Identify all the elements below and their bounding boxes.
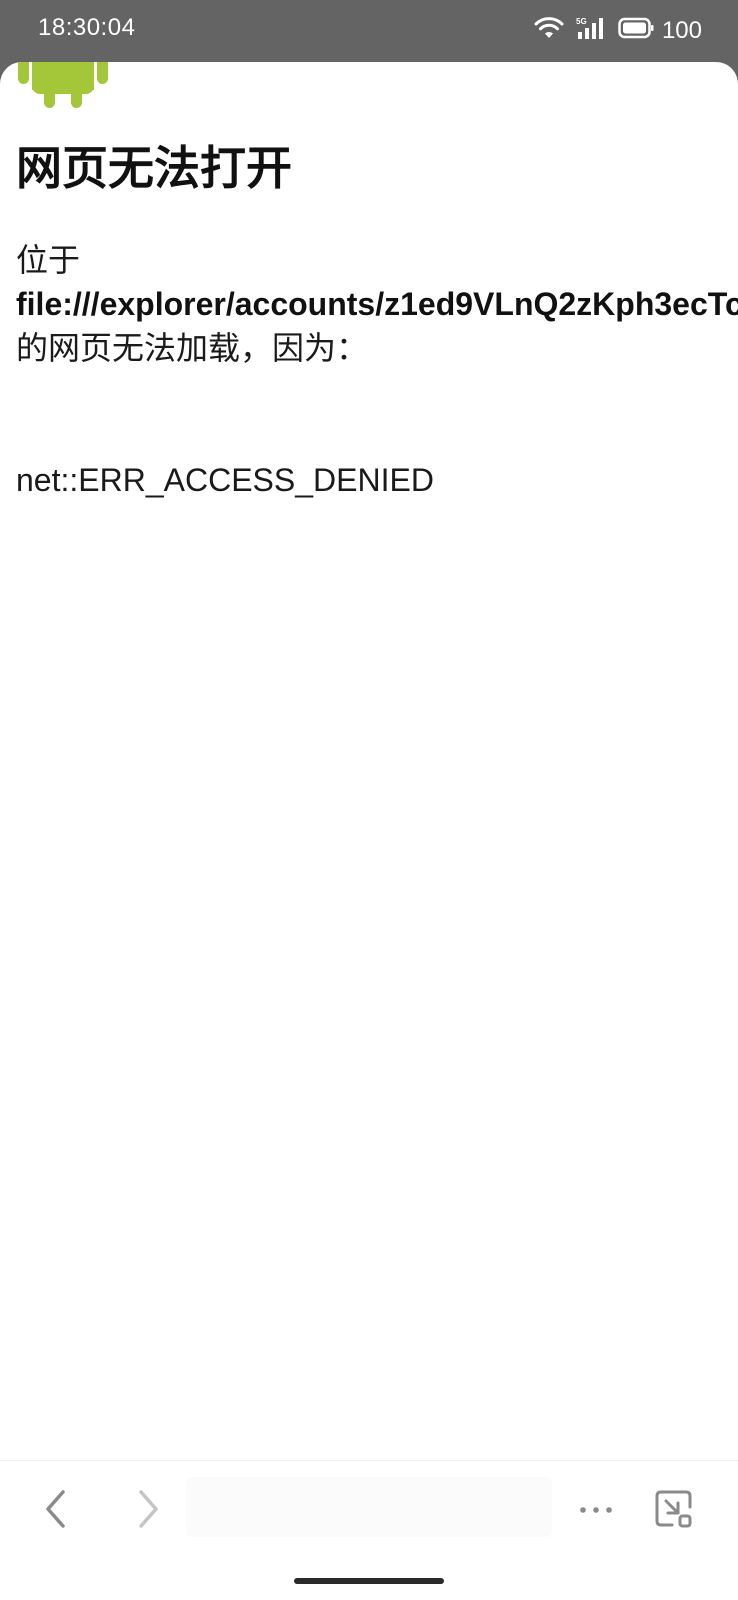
status-time: 18:30:04: [38, 14, 136, 41]
minimize-window-button[interactable]: [650, 1487, 698, 1535]
back-button[interactable]: [32, 1487, 80, 1535]
status-icons: 5G 100: [534, 16, 702, 45]
more-horizontal-icon: [578, 1502, 614, 1520]
chevron-right-icon: [134, 1489, 162, 1534]
network-type-label: 5G: [576, 17, 587, 26]
cellular-signal-icon: 5G: [576, 16, 606, 45]
located-prefix: 位于: [16, 241, 81, 279]
wifi-icon: [534, 16, 564, 45]
chevron-left-icon: [42, 1489, 70, 1534]
minimize-window-icon: [654, 1489, 694, 1534]
page-title: 网页无法打开: [16, 141, 292, 195]
cannot-load-text: 的网页无法加载，因为：: [16, 329, 369, 367]
status-bar: 18:30:04 5G 100: [0, 0, 738, 62]
error-code: net::ERR_ACCESS_DENIED: [16, 462, 434, 498]
error-page: 网页无法打开 位于 file:///explorer/accounts/z1ed…: [0, 62, 738, 1600]
screen: 18:30:04 5G 100 网页无法打开 位于 file:///explor…: [0, 0, 738, 1600]
battery-level: 100: [661, 16, 702, 44]
forward-button[interactable]: [124, 1487, 172, 1535]
error-description: 位于 file:///explorer/accounts/z1ed9VLnQ2z…: [16, 238, 738, 370]
battery-icon: [618, 17, 654, 44]
address-bar-input[interactable]: [186, 1477, 552, 1537]
android-robot-icon: [16, 62, 110, 115]
home-indicator[interactable]: [294, 1578, 444, 1584]
more-menu-button[interactable]: [572, 1487, 620, 1535]
page-url: file:///explorer/accounts/z1ed9VLnQ2zKph…: [16, 286, 738, 322]
